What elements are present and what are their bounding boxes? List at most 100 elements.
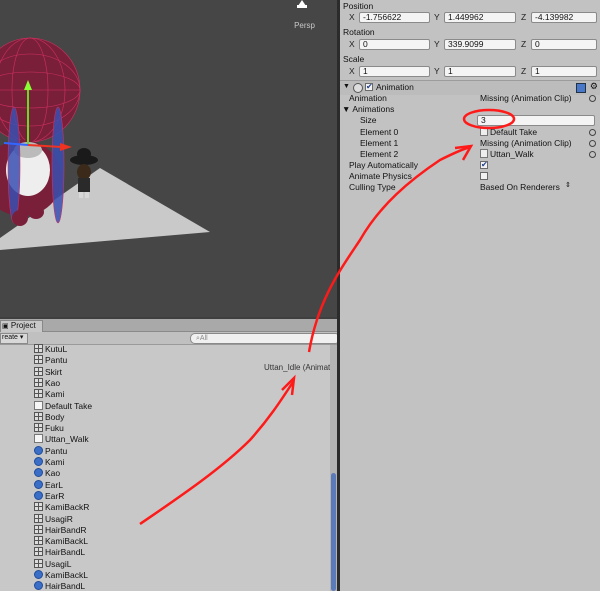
rotation-y-field[interactable]: 339.9099 — [444, 39, 516, 50]
help-book-icon[interactable] — [576, 83, 586, 93]
asset-item-label: KamiBackL — [45, 536, 88, 547]
scale-x-field[interactable]: 1 — [359, 66, 430, 77]
mesh-icon — [34, 524, 43, 534]
asset-list-item[interactable]: HairBandL — [34, 581, 85, 591]
create-dropdown[interactable]: reate ▾ — [0, 333, 29, 344]
project-search-input[interactable]: ⌕All — [190, 333, 337, 344]
animate-physics-checkbox[interactable] — [480, 172, 488, 180]
create-label: reate — [2, 334, 18, 341]
project-tabbar: ▣ Project — [0, 319, 337, 332]
position-y-field[interactable]: 1.449962 — [444, 12, 516, 23]
persp-label[interactable]: Persp — [294, 21, 315, 30]
asset-list-item[interactable]: Fuku — [34, 423, 64, 434]
element0-value-field[interactable]: Default Take — [480, 127, 537, 137]
foldout-arrow-icon[interactable]: ▼ — [343, 83, 350, 90]
asset-list-item[interactable]: HairBandL — [34, 547, 85, 558]
mesh-icon — [34, 377, 43, 387]
asset-list-item[interactable]: UsagiR — [34, 513, 73, 525]
animation-component-icon — [353, 83, 363, 93]
asset-list-item[interactable]: Pantu — [34, 355, 67, 366]
mesh-icon — [34, 411, 43, 421]
scene-view[interactable]: Persp — [0, 0, 337, 317]
element2-value-field[interactable]: Uttan_Walk — [480, 149, 534, 159]
asset-item-label: Kami — [45, 389, 65, 400]
position-label: Position — [343, 1, 374, 11]
scale-y-field[interactable]: 1 — [444, 66, 516, 77]
position-z-field[interactable]: -4.139982 — [531, 12, 597, 23]
mesh-icon — [34, 366, 43, 376]
element1-object-picker-icon[interactable] — [589, 140, 596, 147]
asset-list-item[interactable]: HairBandR — [34, 524, 87, 536]
project-scrollbar[interactable] — [330, 345, 337, 591]
mesh-icon — [34, 558, 43, 568]
unity-editor: Persp Position X -1.756622 Y 1.449962 Z … — [0, 0, 600, 591]
animation-clip-icon — [480, 149, 488, 158]
size-field[interactable]: 3 — [477, 115, 595, 126]
element2-label: Element 2 — [360, 149, 399, 159]
scale-z-field[interactable]: 1 — [531, 66, 597, 77]
scale-label: Scale — [343, 54, 365, 64]
asset-item-label: Uttan_Walk — [45, 434, 89, 445]
element0-object-picker-icon[interactable] — [589, 129, 596, 136]
asset-list-item[interactable]: KamiBackL — [34, 570, 88, 581]
animation-enabled-checkbox[interactable]: ✔ — [365, 83, 373, 91]
culling-type-label: Culling Type — [349, 182, 396, 192]
animations-label: Animations — [352, 104, 395, 114]
asset-list-item[interactable]: Kami — [34, 389, 64, 400]
inspector-empty-area — [340, 196, 600, 591]
asset-item-label: Pantu — [45, 445, 68, 456]
dropdown-arrows-icon[interactable]: ⇕ — [565, 181, 571, 189]
position-x-label: X — [349, 12, 355, 22]
asset-list-item[interactable]: Skirt — [34, 366, 62, 378]
asset-list-item[interactable]: Kao — [34, 377, 61, 389]
mesh-icon — [34, 389, 43, 399]
gameobject-icon — [34, 490, 43, 500]
asset-list-item[interactable]: EarL — [34, 479, 63, 491]
search-placeholder: All — [199, 335, 208, 342]
asset-list-item[interactable]: KamiBackR — [34, 502, 89, 513]
scrollbar-thumb[interactable] — [331, 473, 336, 591]
rotation-z-field[interactable]: 0 — [531, 39, 597, 50]
element1-value-field[interactable]: Missing (Animation Clip) — [480, 138, 572, 148]
asset-list-item[interactable]: EarR — [34, 490, 65, 502]
animations-foldout[interactable]: ▼ Animations — [342, 104, 394, 114]
asset-list-item[interactable]: Pantu — [34, 445, 68, 457]
scale-row: X 1 Y 1 Z 1 — [340, 65, 600, 77]
gameobject-icon — [34, 445, 43, 455]
asset-list-item[interactable]: Default Take — [34, 400, 92, 412]
gear-icon[interactable]: ⚙ — [590, 81, 598, 92]
culling-type-dropdown[interactable]: Based On Renderers — [480, 182, 560, 192]
animation-object-picker-icon[interactable] — [589, 95, 596, 102]
asset-item-label: Pantu — [45, 355, 68, 366]
gameobject-icon — [34, 479, 43, 489]
asset-item-label: Kami — [45, 457, 65, 467]
position-row: X -1.756622 Y 1.449962 Z -4.139982 — [340, 11, 600, 23]
rotation-y-label: Y — [434, 39, 440, 49]
asset-preview-label: Uttan_Idle (AnimationClip) — [264, 363, 337, 372]
mesh-icon — [34, 355, 43, 365]
project-tab[interactable]: ▣ Project — [0, 320, 43, 332]
play-automatically-checkbox[interactable]: ✔ — [480, 161, 488, 169]
asset-list-item[interactable]: Uttan_Walk — [34, 434, 89, 445]
element2-object-picker-icon[interactable] — [589, 151, 596, 158]
rotation-x-field[interactable]: 0 — [359, 39, 430, 50]
element1-label: Element 1 — [360, 138, 399, 148]
asset-item-label: KamiBackL — [45, 570, 88, 580]
animation-component-title: Animation — [376, 82, 414, 92]
inspector-panel: Position X -1.756622 Y 1.449962 Z -4.139… — [340, 0, 600, 591]
mesh-icon — [34, 344, 43, 353]
asset-list-item[interactable]: KamiBackL — [34, 536, 88, 547]
asset-item-label: EarR — [45, 490, 65, 501]
asset-list-item[interactable]: UsagiL — [34, 558, 71, 570]
asset-item-label: Kao — [45, 377, 61, 388]
scene-render — [0, 0, 307, 250]
asset-list-item[interactable]: KutuL — [34, 344, 67, 355]
asset-list-item[interactable]: Kami — [34, 457, 64, 468]
position-x-field[interactable]: -1.756622 — [359, 12, 430, 23]
asset-list-item[interactable]: Kao — [34, 468, 60, 479]
rotation-z-label: Z — [521, 39, 527, 49]
animation-clip-icon — [34, 434, 43, 444]
gameobject-icon — [34, 570, 43, 579]
animation-value-field[interactable]: Missing (Animation Clip) — [480, 93, 572, 103]
asset-list-item[interactable]: Body — [34, 411, 64, 423]
